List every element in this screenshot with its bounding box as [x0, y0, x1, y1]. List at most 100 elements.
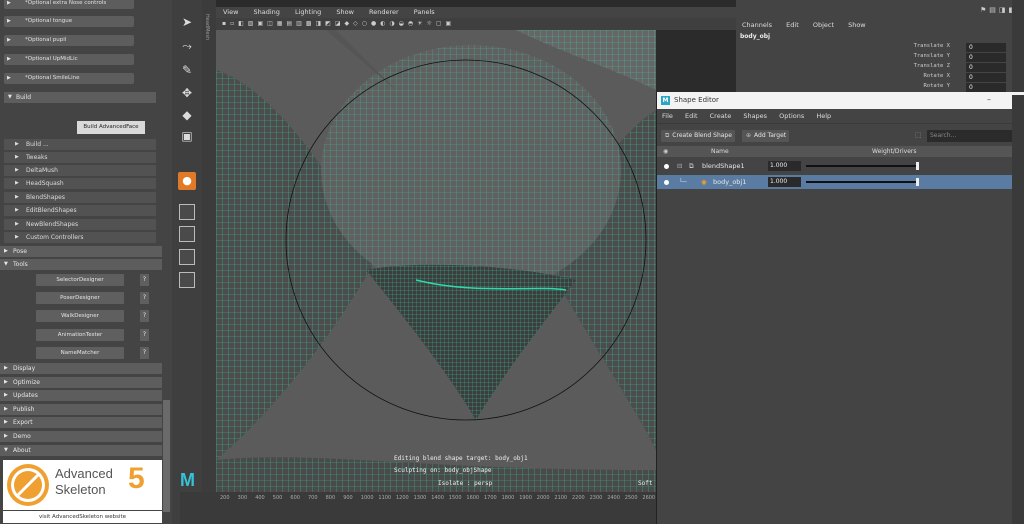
menu-file[interactable]: File	[662, 112, 673, 120]
outliner-layout-icon[interactable]	[179, 272, 195, 288]
move-tool-icon[interactable]: ✥	[179, 85, 195, 101]
section-publish[interactable]: ▶ Publish	[0, 404, 162, 415]
3d-viewport[interactable]: Editing blend shape target: body_obj1 Sc…	[216, 30, 656, 492]
subsection-deltamush[interactable]: ▶ DeltaMush	[4, 165, 156, 176]
name-matcher-button[interactable]: NameMatcher	[36, 347, 124, 359]
channel-row[interactable]: Translate X 0	[740, 43, 1010, 52]
shape-editor-column-header: ◉ Name Weight/Drivers	[657, 146, 1024, 157]
weight-slider-handle[interactable]	[916, 162, 919, 170]
subsection-tweaks[interactable]: ▶ Tweaks	[4, 152, 156, 163]
menu-channels[interactable]: Channels	[742, 21, 772, 29]
optional-smileline-button[interactable]: ▶ *Optional SmileLine	[4, 73, 134, 84]
shape-editor-titlebar[interactable]: M Shape Editor – ☐	[657, 92, 1024, 109]
section-optimize[interactable]: ▶ Optimize	[0, 377, 162, 388]
optional-upmidlic-button[interactable]: ▶ *Optional UpMidLic	[4, 54, 134, 65]
menu-show[interactable]: Show	[848, 21, 866, 29]
section-updates[interactable]: ▶ Updates	[0, 390, 162, 401]
subsection-editblendshapes[interactable]: ▶ EditBlendShapes	[4, 205, 156, 216]
section-export[interactable]: ▶ Export	[0, 417, 162, 428]
weight-field[interactable]: 1.000	[768, 177, 801, 187]
sculpt-tool-icon[interactable]: ●	[178, 172, 196, 190]
lasso-tool-icon[interactable]: ⤳	[179, 38, 195, 54]
add-target-button[interactable]: ⊕ Add Target	[742, 130, 790, 142]
weight-field[interactable]: 1.000	[768, 161, 801, 171]
target-row-selected[interactable]: └─ ◉ body_obj1 1.000	[657, 175, 1024, 189]
section-about[interactable]: ▼ About	[0, 445, 162, 456]
subsection-headsquash[interactable]: ▶ HeadSquash	[4, 178, 156, 189]
weight-slider-handle[interactable]	[916, 178, 919, 186]
help-button[interactable]: ?	[140, 347, 149, 359]
channel-value-field[interactable]: 0	[966, 53, 1006, 62]
visibility-toggle[interactable]	[664, 164, 669, 169]
help-button[interactable]: ?	[140, 310, 149, 322]
channel-value-field[interactable]: 0	[966, 63, 1006, 72]
help-button[interactable]: ?	[140, 329, 149, 341]
two-pane-layout-icon[interactable]	[179, 249, 195, 265]
channel-value-field[interactable]: 0	[966, 73, 1006, 82]
section-demo[interactable]: ▶ Demo	[0, 431, 162, 442]
menu-object[interactable]: Object	[813, 21, 834, 29]
channel-box-side-tab[interactable]	[1012, 0, 1024, 95]
menu-edit[interactable]: Edit	[786, 21, 799, 29]
expand-icon[interactable]: ⊟	[677, 159, 682, 173]
menu-renderer[interactable]: Renderer	[369, 8, 399, 16]
right-edge-strip	[1012, 95, 1024, 524]
menu-show[interactable]: Show	[336, 8, 354, 16]
help-button[interactable]: ?	[140, 274, 149, 286]
minimize-icon[interactable]: –	[987, 95, 991, 104]
viewport-icon-bar[interactable]: ▪▫◧▨▣◫▦▤▥▩◨◩◪◆◇○●◐◑◒◓☀☼▢▣	[216, 18, 736, 30]
menu-edit[interactable]: Edit	[685, 112, 698, 120]
weight-slider[interactable]	[806, 165, 918, 167]
walk-designer-button[interactable]: WalkDesigner	[36, 310, 124, 322]
select-tool-icon[interactable]: ➤	[179, 14, 195, 30]
left-panel-scrollbar[interactable]	[163, 400, 170, 512]
collapse-triangle-icon: ▼	[8, 94, 12, 100]
search-input[interactable]: Search...	[927, 130, 1017, 142]
section-display[interactable]: ▶ Display	[0, 363, 162, 374]
menu-shading[interactable]: Shading	[254, 8, 280, 16]
visit-website-link[interactable]: visit AdvancedSkeleton website	[3, 511, 162, 523]
help-button[interactable]: ?	[140, 292, 149, 304]
poser-designer-button[interactable]: PoserDesigner	[36, 292, 124, 304]
channel-row[interactable]: Translate Y 0	[740, 53, 1010, 62]
subsection-custom-controllers[interactable]: ▶ Custom Controllers	[4, 232, 156, 243]
timeline-tick-label: 900	[343, 495, 353, 501]
channel-row[interactable]: Translate Z 0	[740, 63, 1010, 72]
menu-view[interactable]: View	[223, 8, 238, 16]
channel-row[interactable]: Rotate X 0	[740, 73, 1010, 82]
blendshape-row[interactable]: ⊟ ⧉ blendShape1 1.000	[657, 159, 1024, 173]
optional-nose-button[interactable]: ▶ *Optional extra Nose controls	[4, 0, 134, 9]
filter-icon[interactable]: ⬚	[915, 131, 922, 139]
menu-panels[interactable]: Panels	[414, 8, 435, 16]
build-advanced-face-button[interactable]: Build AdvancedFace	[77, 121, 145, 134]
menu-lighting[interactable]: Lighting	[295, 8, 321, 16]
four-pane-layout-icon[interactable]	[179, 226, 195, 242]
subsection-newblendshapes[interactable]: ▶ NewBlendShapes	[4, 219, 156, 230]
subsection-blendshapes[interactable]: ▶ BlendShapes	[4, 192, 156, 203]
menu-options[interactable]: Options	[779, 112, 804, 120]
channel-value-field[interactable]: 0	[966, 43, 1006, 52]
menu-help[interactable]: Help	[816, 112, 831, 120]
section-build[interactable]: ▼ Build	[4, 92, 156, 103]
channel-row[interactable]: Rotate Y 0	[740, 83, 1010, 92]
channel-box-menu: Channels Edit Object Show	[742, 21, 878, 29]
create-blend-shape-button[interactable]: ⧉ Create Blend Shape	[661, 130, 735, 142]
paint-select-tool-icon[interactable]: ✎	[179, 62, 195, 78]
weight-slider[interactable]	[806, 181, 918, 183]
optional-tongue-label: *Optional tongue	[25, 18, 73, 24]
channel-value-field[interactable]: 0	[966, 83, 1006, 92]
selector-designer-button[interactable]: SelectorDesigner	[36, 274, 124, 286]
rotate-tool-icon[interactable]: ◆	[179, 107, 195, 123]
animation-tester-button[interactable]: AnimationTester	[36, 329, 124, 341]
scale-tool-icon[interactable]: ▣	[179, 128, 195, 144]
single-pane-layout-icon[interactable]	[179, 204, 195, 220]
time-slider[interactable]: 200 300 400 500 600 700 800 900 1000 1100 1200 1300…	[180, 492, 656, 524]
section-tools[interactable]: ▼ Tools	[0, 259, 162, 270]
menu-create[interactable]: Create	[710, 112, 732, 120]
subsection-build[interactable]: ▶ Build ...	[4, 139, 156, 150]
optional-tongue-button[interactable]: ▶ *Optional tongue	[4, 16, 134, 27]
visibility-toggle[interactable]	[664, 180, 669, 185]
optional-pupil-button[interactable]: ▶ *Optional pupil	[4, 35, 134, 46]
menu-shapes[interactable]: Shapes	[743, 112, 767, 120]
section-pose[interactable]: ▶ Pose	[0, 246, 162, 257]
